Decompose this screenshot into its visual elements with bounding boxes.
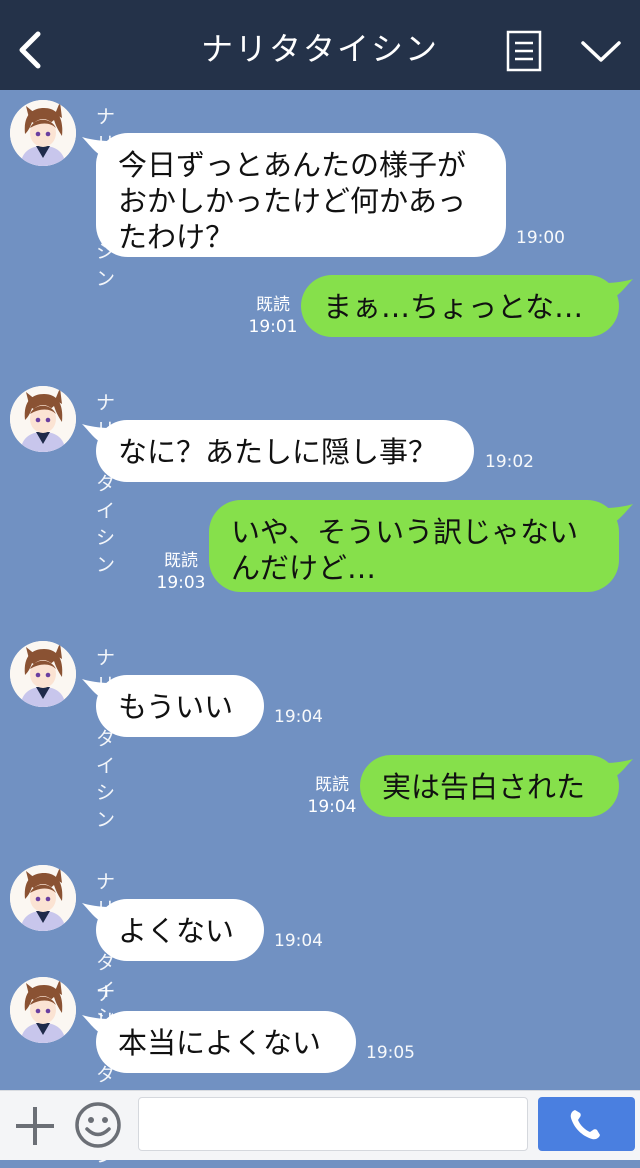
composer-bar (0, 1090, 640, 1160)
sender-name: ナリタタイシン (96, 392, 117, 576)
chat-header: ナリタタイシン (0, 0, 640, 90)
avatar[interactable] (10, 100, 76, 166)
message-bubble[interactable]: いや、そういう訳じゃない んだけど… (209, 500, 619, 592)
read-receipt: 既読 19:01 (245, 294, 301, 338)
message-time: 19:03 (156, 573, 206, 593)
message-input[interactable] (138, 1097, 528, 1151)
sender-name: ナリタタイシン (96, 647, 117, 831)
read-label: 既読 (164, 551, 198, 571)
avatar[interactable] (10, 865, 76, 931)
phone-icon (570, 1110, 600, 1140)
message-bubble[interactable]: 本当によくない (96, 1011, 356, 1073)
message-bubble[interactable]: まぁ…ちょっとな… (301, 275, 619, 337)
read-label: 既読 (315, 775, 349, 795)
message-bubble[interactable]: 今日ずっとあんたの様子が おかしかったけど何かあっ たわけ？ (96, 133, 506, 257)
message-time: 19:00 (516, 228, 565, 248)
plus-icon[interactable] (14, 1105, 56, 1147)
call-button[interactable] (538, 1097, 635, 1151)
message-time: 19:04 (274, 707, 323, 727)
message-time: 19:02 (485, 452, 534, 472)
read-label: 既読 (256, 295, 290, 315)
message-bubble[interactable]: もういい (96, 675, 264, 737)
avatar[interactable] (10, 641, 76, 707)
message-time: 19:04 (274, 931, 323, 951)
message-time: 19:05 (366, 1043, 415, 1063)
avatar[interactable] (10, 977, 76, 1043)
read-receipt: 既読 19:04 (304, 774, 360, 818)
smile-icon[interactable] (74, 1101, 122, 1149)
message-bubble[interactable]: 実は告白された (360, 755, 619, 817)
chat-title: ナリタタイシン (200, 30, 439, 68)
message-bubble[interactable]: なに？あたしに隠し事？ (96, 420, 474, 482)
notes-menu-icon[interactable] (506, 30, 542, 72)
chevron-down-icon[interactable] (580, 40, 622, 64)
read-receipt: 既読 19:03 (153, 550, 209, 594)
message-bubble[interactable]: よくない (96, 899, 264, 961)
avatar[interactable] (10, 386, 76, 452)
message-time: 19:01 (248, 317, 298, 337)
message-time: 19:04 (307, 797, 357, 817)
